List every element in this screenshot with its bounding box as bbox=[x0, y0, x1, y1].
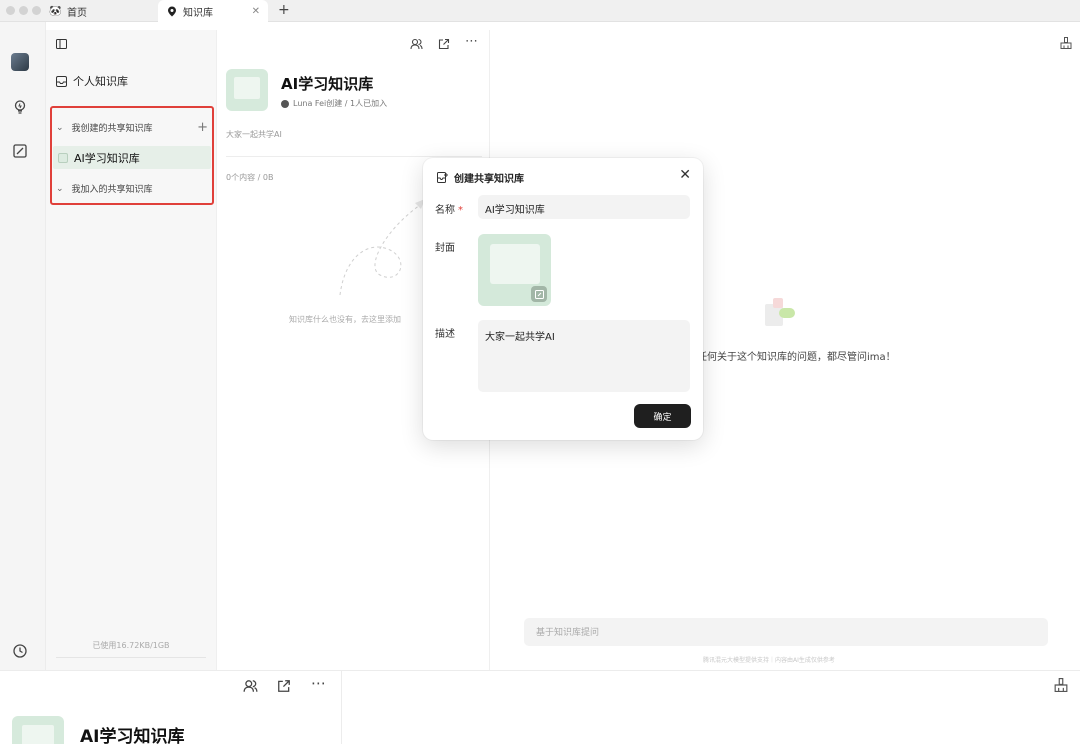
group-joined-label: 我加入的共享知识库 bbox=[71, 185, 153, 195]
cover-paper-graphic bbox=[490, 244, 540, 284]
description-textarea[interactable]: 大家一起共学AI bbox=[478, 320, 690, 392]
location-pin-icon bbox=[166, 6, 177, 17]
tab-knowledge-base[interactable]: 知识库 ✕ bbox=[158, 0, 268, 22]
storage-usage: 已使用16.72KB/1GB bbox=[92, 641, 170, 650]
note-edit-icon[interactable] bbox=[12, 143, 28, 159]
add-icon[interactable]: + bbox=[197, 120, 208, 135]
history-clock-icon[interactable] bbox=[12, 643, 28, 659]
group-created-label: 我创建的共享知识库 bbox=[71, 124, 153, 134]
tab-bar: 🐼 首页 知识库 ✕ + bbox=[0, 0, 1080, 22]
dialog-title: 创建共享知识库 bbox=[437, 170, 524, 185]
chevron-down-icon: ⌄ bbox=[56, 183, 64, 194]
archive-plus-icon bbox=[437, 172, 448, 183]
ask-input[interactable]: 基于知识库提问 bbox=[524, 618, 1048, 646]
new-tab-plus-icon[interactable]: + bbox=[278, 2, 290, 18]
left-rail bbox=[0, 22, 46, 670]
create-shared-kb-dialog: 创建共享知识库 ✕ 名称 * AI学习知识库 封面 描述 大家一起共学AI 确定 bbox=[423, 158, 703, 440]
desc-field-label: 描述 bbox=[435, 329, 455, 340]
sidebar-item-personal[interactable]: 个人知识库 bbox=[56, 73, 128, 89]
name-input[interactable]: AI学习知识库 bbox=[478, 195, 690, 219]
members-icon[interactable] bbox=[243, 679, 258, 693]
group-created-shared[interactable]: ⌄ 我创建的共享知识库 + bbox=[56, 120, 208, 135]
kb-mini-cover-icon bbox=[58, 152, 68, 163]
ask-prompt-text: 任何关于这个知识库的问题，都尽管问ima！ bbox=[697, 352, 896, 363]
bottom-kb-title: AI学习知识库 bbox=[80, 727, 185, 744]
more-options-icon[interactable]: ⋯ bbox=[311, 674, 326, 692]
window-close-dot[interactable] bbox=[6, 6, 15, 15]
chevron-down-icon: ⌄ bbox=[56, 122, 64, 133]
dialog-title-text: 创建共享知识库 bbox=[454, 174, 524, 185]
name-label-text: 名称 bbox=[435, 205, 455, 216]
tab-knowledge-base-label: 知识库 bbox=[183, 7, 213, 19]
confirm-button[interactable]: 确定 bbox=[634, 404, 691, 428]
sidebar-toggle-icon[interactable] bbox=[56, 39, 67, 49]
ai-disclaimer: 腾讯混元大模型提供支持｜内容由AI生成仅供参考 bbox=[703, 657, 835, 664]
close-icon[interactable]: ✕ bbox=[679, 167, 691, 183]
share-icon[interactable] bbox=[438, 38, 450, 50]
usage-divider bbox=[56, 657, 206, 658]
edit-cover-icon[interactable] bbox=[531, 286, 547, 302]
sidebar-item-personal-label: 个人知识库 bbox=[73, 75, 128, 88]
required-mark: * bbox=[458, 205, 463, 216]
name-field-label: 名称 * bbox=[435, 201, 463, 216]
kb-cover-thumbnail bbox=[226, 69, 268, 111]
members-icon[interactable] bbox=[410, 38, 423, 50]
kb-divider bbox=[226, 156, 482, 157]
tab-home-label: 首页 bbox=[67, 7, 87, 19]
tab-home[interactable]: 🐼 首页 bbox=[49, 0, 150, 22]
tab-close-icon[interactable]: ✕ bbox=[252, 6, 260, 17]
sidebar-item-ai-kb[interactable]: AI学习知识库 bbox=[53, 146, 211, 169]
sidebar-item-ai-kb-label: AI学习知识库 bbox=[74, 151, 140, 165]
bottom-divider bbox=[341, 670, 342, 744]
window-zoom-dot[interactable] bbox=[32, 6, 41, 15]
clean-brush-icon[interactable] bbox=[1060, 37, 1072, 49]
share-icon[interactable] bbox=[277, 679, 291, 693]
cover-field-label: 封面 bbox=[435, 243, 455, 254]
panda-icon: 🐼 bbox=[49, 5, 62, 17]
bottom-kb-cover bbox=[12, 716, 64, 744]
ima-logo-icon bbox=[765, 298, 795, 326]
kb-description: 大家一起共学AI bbox=[226, 130, 282, 139]
window-minimize-dot[interactable] bbox=[19, 6, 28, 15]
kb-meta: Luna Fei创建 / 1人已加入 bbox=[281, 98, 387, 109]
group-joined-shared[interactable]: ⌄ 我加入的共享知识库 bbox=[56, 182, 208, 196]
clean-brush-icon[interactable] bbox=[1054, 678, 1068, 692]
avatar[interactable] bbox=[11, 53, 29, 71]
empty-state-illustration bbox=[339, 199, 425, 296]
archive-icon bbox=[56, 75, 67, 87]
lightbulb-icon[interactable] bbox=[12, 99, 28, 115]
empty-state-tip: 知识库什么也没有，去这里添加 bbox=[289, 315, 401, 324]
kb-title: AI学习知识库 bbox=[281, 75, 374, 93]
creator-avatar bbox=[281, 99, 289, 108]
cover-picker[interactable] bbox=[478, 234, 551, 306]
kb-meta-text: Luna Fei创建 / 1人已加入 bbox=[293, 99, 388, 108]
kb-content-count: 0个内容 / 0B bbox=[226, 173, 274, 182]
more-options-icon[interactable]: ⋯ bbox=[465, 34, 478, 49]
